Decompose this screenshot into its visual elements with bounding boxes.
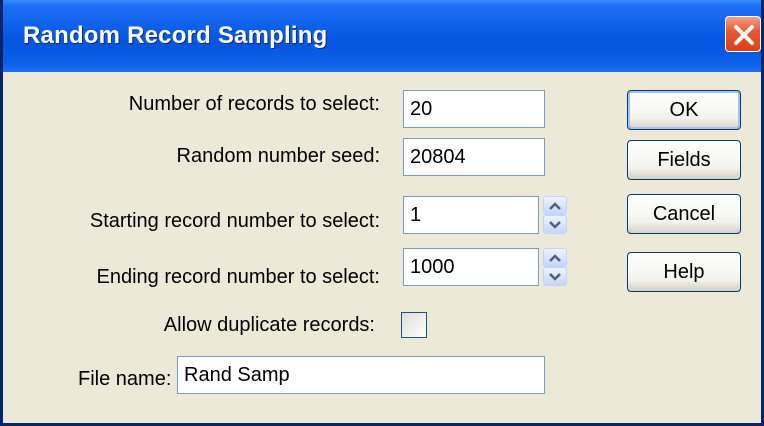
up-arrow-icon (549, 202, 561, 210)
close-button[interactable] (725, 16, 761, 52)
seed-label: Random number seed: (176, 145, 380, 167)
allow-duplicates-label: Allow duplicate records: (163, 314, 375, 336)
end-record-label: Ending record number to select: (96, 266, 381, 288)
start-record-label: Starting record number to select: (89, 210, 380, 232)
help-button[interactable]: Help (627, 252, 741, 292)
num-records-input[interactable] (403, 90, 545, 128)
allow-duplicates-checkbox[interactable] (401, 312, 427, 338)
up-arrow-icon (549, 254, 561, 262)
start-spin-up[interactable] (543, 196, 567, 215)
ok-button[interactable]: OK (627, 90, 741, 130)
seed-input[interactable] (403, 138, 545, 176)
end-spin-down[interactable] (543, 267, 567, 286)
start-spin-down[interactable] (543, 215, 567, 234)
close-icon (734, 25, 754, 45)
start-record-input[interactable] (403, 196, 539, 234)
cancel-button[interactable]: Cancel (627, 194, 741, 234)
end-record-spinner[interactable] (543, 248, 567, 286)
end-spin-up[interactable] (543, 248, 567, 267)
title-bar[interactable]: Random Record Sampling (3, 0, 761, 72)
num-records-label: Number of records to select: (128, 93, 380, 115)
end-record-input[interactable] (403, 248, 539, 286)
down-arrow-icon (549, 221, 561, 229)
down-arrow-icon (549, 273, 561, 281)
file-name-input[interactable] (177, 356, 545, 394)
start-record-spinner[interactable] (543, 196, 567, 234)
dialog-window: Random Record Sampling Number of records… (0, 0, 764, 426)
file-name-label: File name: (78, 368, 172, 390)
fields-button[interactable]: Fields (627, 140, 741, 180)
window-title: Random Record Sampling (23, 22, 328, 49)
